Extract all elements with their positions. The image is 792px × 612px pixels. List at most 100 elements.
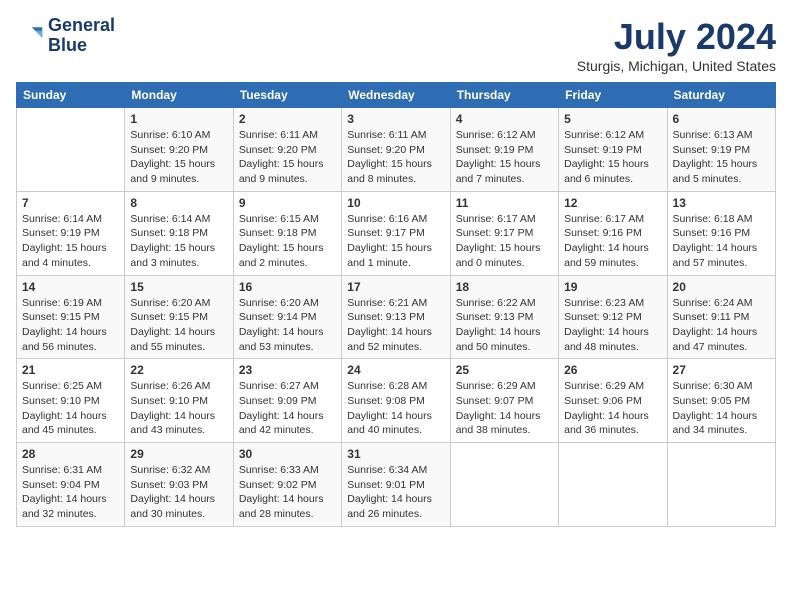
calendar-cell: [559, 443, 667, 527]
calendar-cell: 12 Sunrise: 6:17 AM Sunset: 9:16 PM Dayli…: [559, 191, 667, 275]
day-number: 24: [347, 363, 444, 377]
day-info: Sunrise: 6:22 AM Sunset: 9:13 PM Dayligh…: [456, 296, 553, 355]
day-info: Sunrise: 6:25 AM Sunset: 9:10 PM Dayligh…: [22, 379, 119, 438]
calendar-week-2: 7 Sunrise: 6:14 AM Sunset: 9:19 PM Daylig…: [17, 191, 776, 275]
day-number: 9: [239, 196, 336, 210]
day-number: 7: [22, 196, 119, 210]
calendar-cell: 28 Sunrise: 6:31 AM Sunset: 9:04 PM Dayli…: [17, 443, 125, 527]
day-number: 21: [22, 363, 119, 377]
day-info: Sunrise: 6:34 AM Sunset: 9:01 PM Dayligh…: [347, 463, 444, 522]
logo-icon: [16, 22, 44, 50]
calendar-week-3: 14 Sunrise: 6:19 AM Sunset: 9:15 PM Dayli…: [17, 275, 776, 359]
day-info: Sunrise: 6:20 AM Sunset: 9:15 PM Dayligh…: [130, 296, 227, 355]
weekday-header-saturday: Saturday: [667, 83, 775, 108]
calendar-cell: 29Sunrise: 6:32 AM Sunset: 9:03 PM Dayli…: [125, 443, 233, 527]
day-number: 23: [239, 363, 336, 377]
calendar-cell: 2 Sunrise: 6:11 AM Sunset: 9:20 PM Daylig…: [233, 108, 341, 192]
day-number: 14: [22, 280, 119, 294]
day-info: Sunrise: 6:11 AM Sunset: 9:20 PM Dayligh…: [347, 128, 444, 187]
calendar-cell: 3 Sunrise: 6:11 AM Sunset: 9:20 PM Daylig…: [342, 108, 450, 192]
day-number: 19: [564, 280, 661, 294]
day-number: 27: [673, 363, 770, 377]
day-number: 25: [456, 363, 553, 377]
calendar-cell: 21 Sunrise: 6:25 AM Sunset: 9:10 PM Dayli…: [17, 359, 125, 443]
subtitle: Sturgis, Michigan, United States: [577, 58, 776, 74]
day-number: 8: [130, 196, 227, 210]
calendar-cell: 5 Sunrise: 6:12 AM Sunset: 9:19 PM Daylig…: [559, 108, 667, 192]
main-title: July 2024: [577, 16, 776, 58]
day-info: Sunrise: 6:12 AM Sunset: 9:19 PM Dayligh…: [456, 128, 553, 187]
day-info: Sunrise: 6:29 AM Sunset: 9:07 PM Dayligh…: [456, 379, 553, 438]
day-info: Sunrise: 6:28 AM Sunset: 9:08 PM Dayligh…: [347, 379, 444, 438]
day-number: 13: [673, 196, 770, 210]
day-info: Sunrise: 6:19 AM Sunset: 9:15 PM Dayligh…: [22, 296, 119, 355]
logo: General Blue: [16, 16, 115, 56]
logo-text: General Blue: [48, 16, 115, 56]
day-info: Sunrise: 6:24 AM Sunset: 9:11 PM Dayligh…: [673, 296, 770, 355]
day-number: 1: [130, 112, 227, 126]
day-info: Sunrise: 6:15 AM Sunset: 9:18 PM Dayligh…: [239, 212, 336, 271]
calendar-cell: 30Sunrise: 6:33 AM Sunset: 9:02 PM Dayli…: [233, 443, 341, 527]
weekday-header-monday: Monday: [125, 83, 233, 108]
day-info: Sunrise: 6:18 AM Sunset: 9:16 PM Dayligh…: [673, 212, 770, 271]
calendar-cell: 15 Sunrise: 6:20 AM Sunset: 9:15 PM Dayli…: [125, 275, 233, 359]
weekday-header-tuesday: Tuesday: [233, 83, 341, 108]
day-info: Sunrise: 6:23 AM Sunset: 9:12 PM Dayligh…: [564, 296, 661, 355]
calendar-cell: 19 Sunrise: 6:23 AM Sunset: 9:12 PM Dayli…: [559, 275, 667, 359]
day-number: 30: [239, 447, 336, 461]
calendar-cell: 31 Sunrise: 6:34 AM Sunset: 9:01 PM Dayli…: [342, 443, 450, 527]
calendar-cell: [450, 443, 558, 527]
day-number: 6: [673, 112, 770, 126]
calendar-cell: 17Sunrise: 6:21 AM Sunset: 9:13 PM Dayli…: [342, 275, 450, 359]
calendar-cell: 14 Sunrise: 6:19 AM Sunset: 9:15 PM Dayli…: [17, 275, 125, 359]
calendar-week-1: 1 Sunrise: 6:10 AM Sunset: 9:20 PM Daylig…: [17, 108, 776, 192]
day-number: 2: [239, 112, 336, 126]
calendar-cell: 27Sunrise: 6:30 AM Sunset: 9:05 PM Dayli…: [667, 359, 775, 443]
weekday-header-wednesday: Wednesday: [342, 83, 450, 108]
day-info: Sunrise: 6:31 AM Sunset: 9:04 PM Dayligh…: [22, 463, 119, 522]
calendar-cell: 23 Sunrise: 6:27 AM Sunset: 9:09 PM Dayli…: [233, 359, 341, 443]
calendar-week-5: 28 Sunrise: 6:31 AM Sunset: 9:04 PM Dayli…: [17, 443, 776, 527]
day-number: 20: [673, 280, 770, 294]
weekday-header-sunday: Sunday: [17, 83, 125, 108]
day-number: 26: [564, 363, 661, 377]
day-info: Sunrise: 6:17 AM Sunset: 9:16 PM Dayligh…: [564, 212, 661, 271]
day-info: Sunrise: 6:11 AM Sunset: 9:20 PM Dayligh…: [239, 128, 336, 187]
day-number: 15: [130, 280, 227, 294]
weekday-header-friday: Friday: [559, 83, 667, 108]
day-number: 5: [564, 112, 661, 126]
calendar-cell: 22 Sunrise: 6:26 AM Sunset: 9:10 PM Dayli…: [125, 359, 233, 443]
logo-line1: General: [48, 16, 115, 36]
day-number: 31: [347, 447, 444, 461]
day-info: Sunrise: 6:29 AM Sunset: 9:06 PM Dayligh…: [564, 379, 661, 438]
day-info: Sunrise: 6:10 AM Sunset: 9:20 PM Dayligh…: [130, 128, 227, 187]
calendar-cell: 16Sunrise: 6:20 AM Sunset: 9:14 PM Dayli…: [233, 275, 341, 359]
calendar-cell: [17, 108, 125, 192]
day-number: 22: [130, 363, 227, 377]
calendar-cell: 8 Sunrise: 6:14 AM Sunset: 9:18 PM Daylig…: [125, 191, 233, 275]
day-info: Sunrise: 6:26 AM Sunset: 9:10 PM Dayligh…: [130, 379, 227, 438]
day-number: 10: [347, 196, 444, 210]
day-info: Sunrise: 6:14 AM Sunset: 9:18 PM Dayligh…: [130, 212, 227, 271]
day-info: Sunrise: 6:14 AM Sunset: 9:19 PM Dayligh…: [22, 212, 119, 271]
calendar-cell: 24 Sunrise: 6:28 AM Sunset: 9:08 PM Dayli…: [342, 359, 450, 443]
day-number: 29: [130, 447, 227, 461]
day-info: Sunrise: 6:27 AM Sunset: 9:09 PM Dayligh…: [239, 379, 336, 438]
calendar-cell: 18Sunrise: 6:22 AM Sunset: 9:13 PM Dayli…: [450, 275, 558, 359]
calendar-cell: 25 Sunrise: 6:29 AM Sunset: 9:07 PM Dayli…: [450, 359, 558, 443]
day-info: Sunrise: 6:16 AM Sunset: 9:17 PM Dayligh…: [347, 212, 444, 271]
calendar-cell: 1 Sunrise: 6:10 AM Sunset: 9:20 PM Daylig…: [125, 108, 233, 192]
day-number: 3: [347, 112, 444, 126]
day-number: 16: [239, 280, 336, 294]
day-info: Sunrise: 6:12 AM Sunset: 9:19 PM Dayligh…: [564, 128, 661, 187]
day-number: 28: [22, 447, 119, 461]
day-number: 4: [456, 112, 553, 126]
calendar-cell: [667, 443, 775, 527]
day-number: 11: [456, 196, 553, 210]
calendar-cell: 7 Sunrise: 6:14 AM Sunset: 9:19 PM Daylig…: [17, 191, 125, 275]
page-header: General Blue July 2024 Sturgis, Michigan…: [16, 16, 776, 74]
title-block: July 2024 Sturgis, Michigan, United Stat…: [577, 16, 776, 74]
calendar-cell: 20 Sunrise: 6:24 AM Sunset: 9:11 PM Dayli…: [667, 275, 775, 359]
day-number: 12: [564, 196, 661, 210]
day-info: Sunrise: 6:17 AM Sunset: 9:17 PM Dayligh…: [456, 212, 553, 271]
